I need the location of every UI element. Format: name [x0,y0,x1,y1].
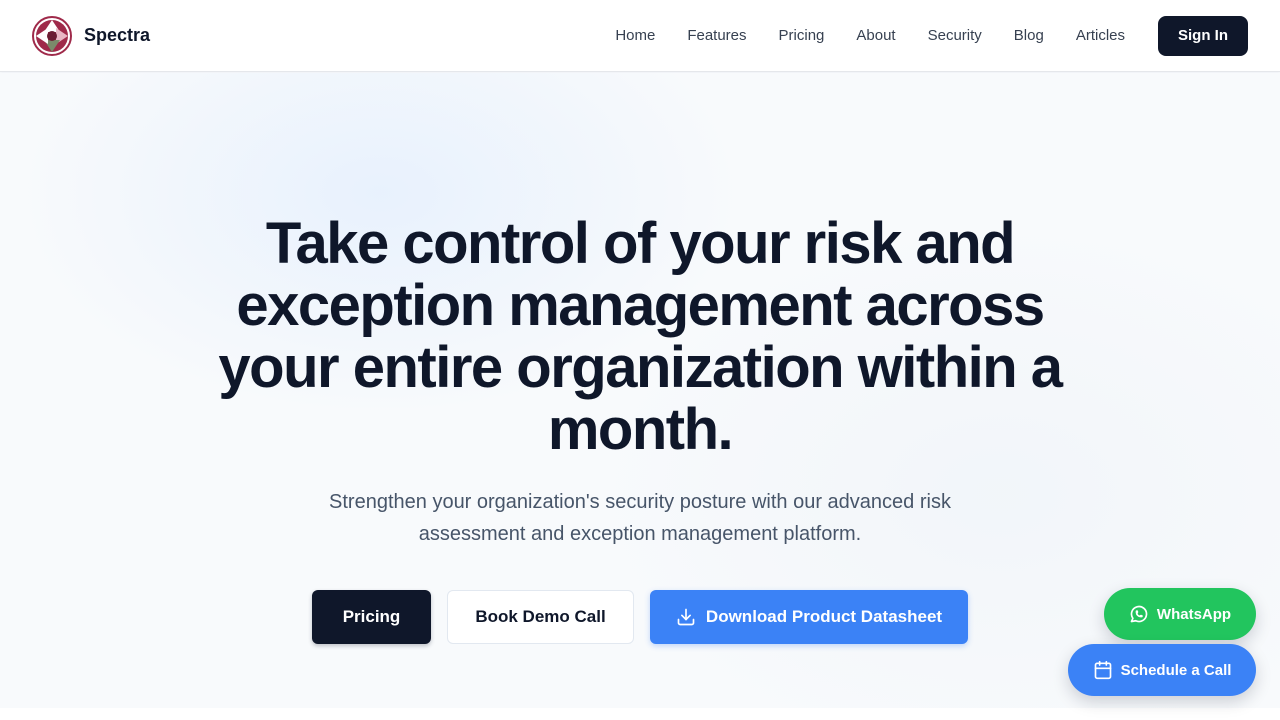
brand-home-link[interactable]: Spectra [32,15,151,56]
download-datasheet-button[interactable]: Download Product Datasheet [650,590,968,644]
cta-buttons: Pricing Book Demo Call Download Product … [312,590,968,644]
nav-security[interactable]: Security [928,27,982,44]
schedule-call-label: Schedule a Call [1120,661,1232,679]
whatsapp-button[interactable]: WhatsApp [1104,588,1256,640]
nav-about[interactable]: About [856,27,895,44]
book-demo-button-label: Book Demo Call [475,607,606,626]
nav-articles[interactable]: Articles [1076,27,1125,44]
hero-subtitle: Strengthen your organization's security … [329,491,951,545]
whatsapp-label: WhatsApp [1156,605,1232,623]
main-nav: Home Features Pricing About Security Blo… [615,15,1248,56]
whatsapp-icon [1129,604,1149,624]
nav-pricing[interactable]: Pricing [779,27,825,44]
hero-title: Take control of your risk and exception … [218,211,1063,462]
brand-name: Spectra [84,25,151,45]
hero-section: Take control of your risk and exception … [0,73,1280,708]
download-icon [676,607,696,627]
site-header: Spectra Home Features Pricing About Secu… [0,0,1280,72]
sign-in-button[interactable]: Sign In [1158,15,1248,56]
nav-features[interactable]: Features [687,27,746,44]
book-demo-button[interactable]: Book Demo Call [447,590,634,644]
pricing-button-label: Pricing [342,607,401,626]
calendar-icon [1093,660,1113,680]
next-section-edge [0,708,1280,720]
nav-blog[interactable]: Blog [1014,27,1044,44]
pricing-button[interactable]: Pricing [312,590,431,644]
aperture-logo-icon [32,15,72,56]
nav-home[interactable]: Home [615,27,655,44]
download-datasheet-label: Download Product Datasheet [705,607,943,626]
schedule-call-button[interactable]: Schedule a Call [1068,644,1256,696]
